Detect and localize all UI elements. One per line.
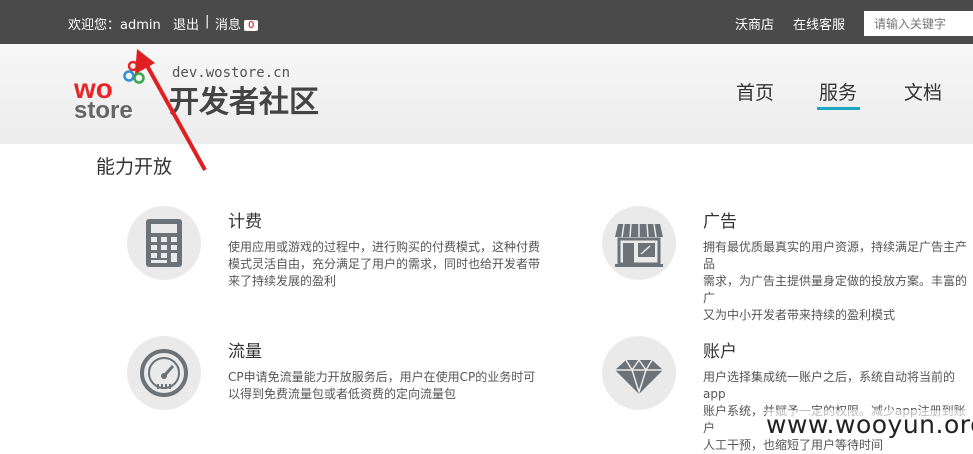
annotation-arrow [135, 49, 207, 171]
watermark-text: www.wooyun.org [766, 410, 973, 439]
